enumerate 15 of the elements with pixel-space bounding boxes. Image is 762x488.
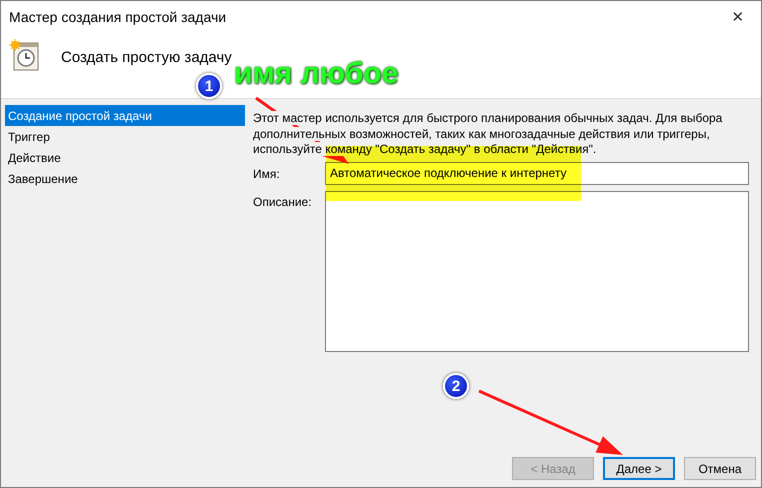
close-button[interactable]: ✕	[715, 1, 761, 33]
wizard-step[interactable]: Триггер	[5, 126, 245, 147]
wizard-step[interactable]: Создание простой задачи	[5, 105, 245, 126]
calendar-clock-icon	[9, 39, 39, 71]
wizard-title: Создать простую задачу	[61, 49, 232, 66]
name-label: Имя:	[253, 166, 281, 180]
wizard-button[interactable]: Отмена	[684, 457, 756, 480]
wizard-step[interactable]: Действие	[5, 147, 245, 168]
annotation-caption: имя любое	[234, 57, 398, 91]
window-title: Мастер создания простой задачи	[9, 9, 226, 25]
wizard-step[interactable]: Завершение	[5, 168, 245, 189]
wizard-button[interactable]: Далее >	[603, 457, 675, 480]
description-field[interactable]	[325, 190, 749, 352]
description-label: Описание:	[253, 194, 313, 208]
step-marker: 2	[443, 373, 469, 399]
